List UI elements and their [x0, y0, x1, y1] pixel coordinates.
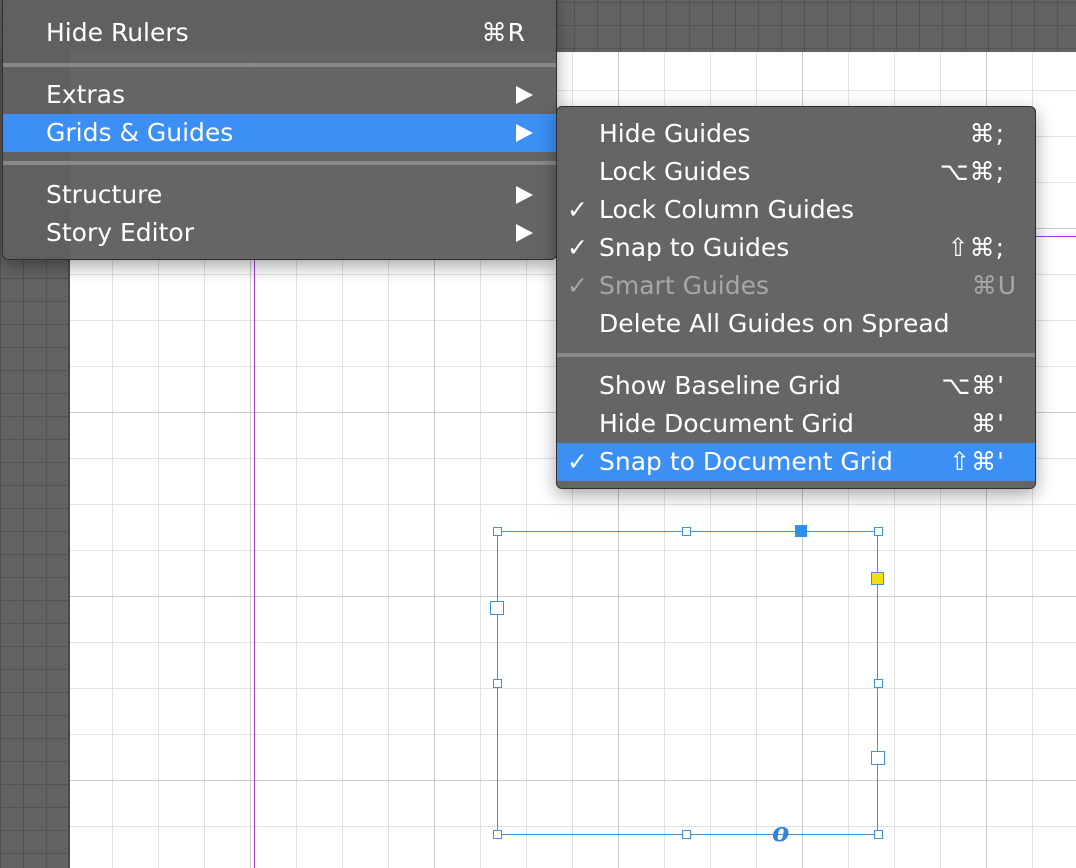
- menu-item-structure[interactable]: Structure: [3, 176, 556, 214]
- menu-item-label: Hide Rulers: [46, 18, 189, 47]
- menu-item-label: Hide Guides: [599, 119, 751, 148]
- menu-item-label: Smart Guides: [599, 271, 770, 300]
- menu-item-label: Hide Document Grid: [599, 409, 854, 438]
- menu-item-label: Lock Column Guides: [599, 195, 855, 224]
- menu-item-label: Grids & Guides: [46, 118, 234, 147]
- menu-item-lock-guides[interactable]: Lock Guides ⌥⌘;: [557, 153, 1035, 191]
- frame-handle-right-lower[interactable]: [871, 751, 885, 765]
- menu-item-label: Snap to Document Grid: [599, 447, 893, 476]
- frame-handle-left-upper[interactable]: [490, 601, 504, 615]
- shortcut-label: ⌥⌘;: [939, 157, 1005, 186]
- submenu-arrow-icon: [516, 186, 533, 204]
- checkmark-icon: ✓: [567, 271, 588, 300]
- grids-guides-submenu: Hide Guides ⌘; Lock Guides ⌥⌘; ✓ Lock Co…: [556, 106, 1036, 489]
- menu-item-show-baseline-grid[interactable]: Show Baseline Grid ⌥⌘': [557, 367, 1035, 405]
- menu-item-hide-document-grid[interactable]: Hide Document Grid ⌘': [557, 405, 1035, 443]
- frame-handle-middle-left[interactable]: [493, 679, 502, 688]
- menu-item-label: Delete All Guides on Spread: [599, 309, 950, 338]
- shortcut-label: ⇧⌘;: [947, 233, 1005, 262]
- frame-handle-top-left[interactable]: [493, 527, 502, 536]
- menu-item-label: Extras: [46, 80, 126, 109]
- shortcut-label: ⇧⌘': [949, 447, 1005, 476]
- menu-item-delete-all-guides[interactable]: Delete All Guides on Spread: [557, 305, 1035, 343]
- checkmark-icon: ✓: [567, 233, 588, 262]
- menu-item-extras[interactable]: Extras: [3, 76, 556, 114]
- menu-item-label: Structure: [46, 180, 163, 209]
- frame-handle-top-center[interactable]: [682, 527, 691, 536]
- menu-item-smart-guides[interactable]: ✓ Smart Guides ⌘U: [557, 267, 1035, 305]
- frame-handle-right-yellow[interactable]: [871, 572, 884, 585]
- submenu-arrow-icon: [516, 124, 533, 142]
- menu-item-snap-to-document-grid[interactable]: ✓ Snap to Document Grid ⇧⌘': [557, 443, 1035, 481]
- menu-separator: [3, 63, 556, 67]
- shortcut-label: ⌘U: [971, 271, 1017, 300]
- menu-item-label: Show Baseline Grid: [599, 371, 841, 400]
- shortcut-label: ⌥⌘': [941, 371, 1005, 400]
- menu-item-label: Snap to Guides: [599, 233, 790, 262]
- submenu-arrow-icon: [516, 86, 533, 104]
- frame-handle-middle-right[interactable]: [874, 679, 883, 688]
- menu-item-label: Story Editor: [46, 218, 194, 247]
- menu-separator: [3, 161, 556, 165]
- checkmark-icon: ✓: [567, 447, 588, 476]
- shortcut-label: ⌘R: [481, 18, 526, 47]
- shortcut-label: ⌘;: [969, 119, 1005, 148]
- menu-item-snap-to-guides[interactable]: ✓ Snap to Guides ⇧⌘;: [557, 229, 1035, 267]
- menu-item-hide-guides[interactable]: Hide Guides ⌘;: [557, 115, 1035, 153]
- frame-handle-bottom-right[interactable]: [874, 830, 883, 839]
- menu-item-grids-guides[interactable]: Grids & Guides: [3, 114, 556, 152]
- submenu-arrow-icon: [516, 224, 533, 242]
- frame-handle-top-right[interactable]: [874, 527, 883, 536]
- view-menu: Hide Rulers ⌘R Extras Grids & Guides Str…: [2, 0, 557, 260]
- shortcut-label: ⌘': [971, 409, 1005, 438]
- menu-separator: [557, 353, 1035, 357]
- checkmark-icon: ✓: [567, 195, 588, 224]
- horizontal-guide[interactable]: [1030, 236, 1076, 237]
- menu-item-hide-rulers[interactable]: Hide Rulers ⌘R: [3, 14, 556, 52]
- menu-item-story-editor[interactable]: Story Editor: [3, 214, 556, 252]
- frame-handle-bottom-left[interactable]: [493, 830, 502, 839]
- frame-handle-top-filled[interactable]: [795, 525, 807, 537]
- menu-item-lock-column-guides[interactable]: ✓ Lock Column Guides: [557, 191, 1035, 229]
- selected-frame[interactable]: [497, 531, 878, 835]
- frame-handle-bottom-center[interactable]: [682, 830, 691, 839]
- menu-item-label: Lock Guides: [599, 157, 751, 186]
- frame-overset-indicator[interactable]: o: [772, 818, 789, 848]
